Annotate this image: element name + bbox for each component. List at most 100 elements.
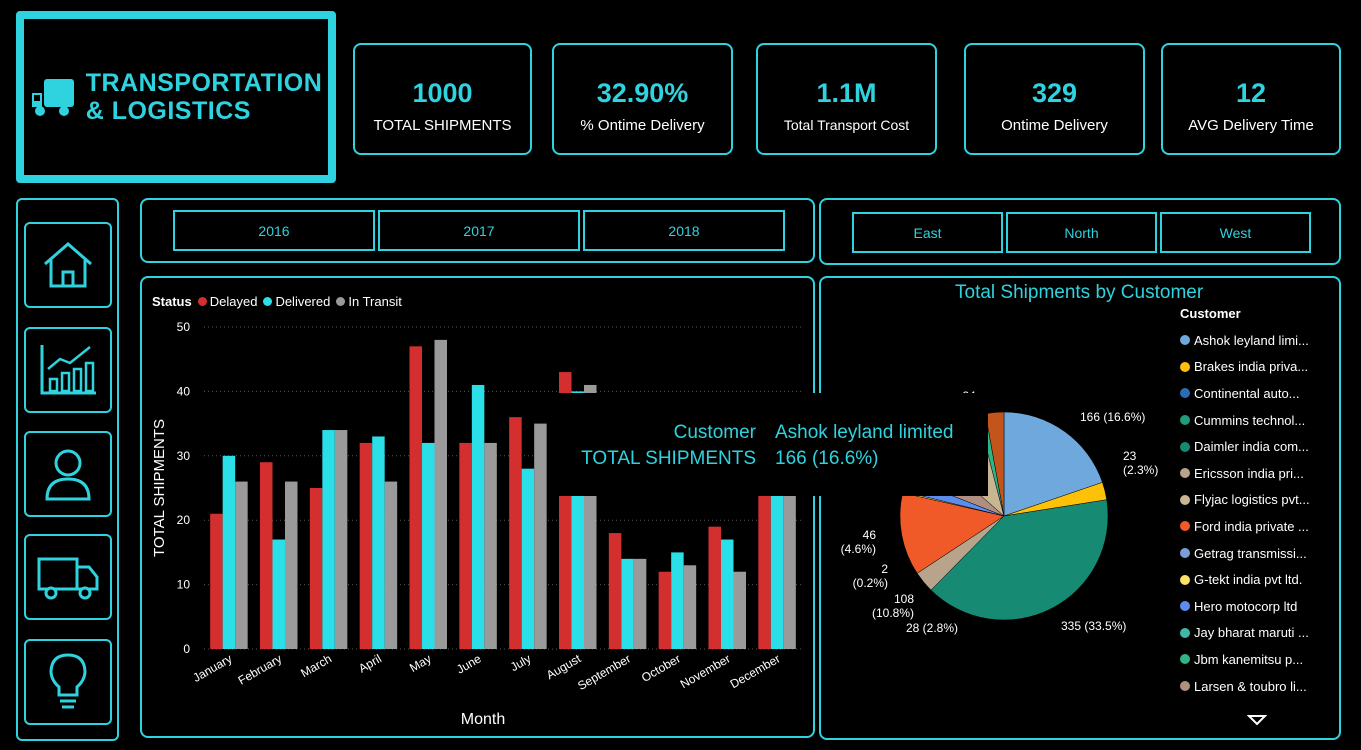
bar-in-transit[interactable] — [235, 481, 248, 649]
bar-delayed[interactable] — [359, 442, 373, 649]
kpi-value: 32.90% — [596, 78, 689, 108]
customer-legend-item[interactable]: Daimler india com... — [1180, 433, 1330, 460]
kpi-label: Ontime Delivery — [1001, 117, 1108, 134]
customer-legend-item[interactable]: Getrag transmissi... — [1180, 540, 1330, 567]
bar-in-transit[interactable] — [285, 481, 298, 649]
bar-delayed[interactable] — [509, 417, 522, 649]
x-tick-label: February — [236, 651, 285, 687]
kpi-value: 1.1M — [816, 78, 877, 108]
bar-delayed[interactable] — [608, 533, 622, 649]
bar-delivered[interactable] — [322, 430, 335, 649]
customer-legend-item[interactable]: G-tekt india pvt ltd. — [1180, 566, 1330, 593]
legend-label: Delayed — [209, 294, 258, 309]
user-icon — [45, 449, 91, 501]
lightbulb-icon — [49, 653, 87, 709]
truck-logo-icon — [31, 79, 74, 116]
bar-delayed[interactable] — [708, 526, 722, 649]
x-tick-label: June — [454, 651, 484, 676]
truck-icon — [37, 557, 99, 600]
x-axis-title: Month — [461, 711, 505, 728]
bar-in-transit[interactable] — [783, 494, 796, 649]
customer-legend-label: Cummins technol... — [1194, 412, 1306, 428]
bar-in-transit[interactable] — [683, 565, 697, 649]
bar-delivered[interactable] — [471, 384, 485, 649]
legend-dot — [197, 297, 207, 306]
bar-delivered[interactable] — [372, 436, 385, 649]
customer-legend-label: Hero motocorp ltd — [1194, 598, 1298, 614]
nav-delivery-button[interactable] — [24, 534, 112, 620]
customer-legend-label: Ashok leyland limi... — [1194, 332, 1309, 348]
nav-analytics-button[interactable] — [24, 327, 112, 413]
nav-insights-button[interactable] — [24, 639, 112, 725]
bar-in-transit[interactable] — [334, 430, 348, 649]
y-tick-label: 10 — [177, 578, 191, 592]
pie-data-label: (2.3%) — [1123, 463, 1158, 477]
bar-delivered[interactable] — [272, 539, 286, 649]
bar-delayed[interactable] — [758, 494, 771, 649]
bar-delivered[interactable] — [422, 442, 435, 649]
bar-chart: 0 10 20 30 40 50 January February March April May J… — [151, 320, 802, 728]
customer-legend-item[interactable]: Larsen & toubro li... — [1180, 673, 1330, 700]
legend-dot — [1180, 361, 1190, 372]
customer-legend-item[interactable]: Continental auto... — [1180, 380, 1330, 407]
bar-in-transit[interactable] — [733, 571, 747, 649]
bar-delayed[interactable] — [459, 442, 472, 649]
pie-data-label: (0.2%) — [853, 576, 888, 590]
customer-legend-item[interactable]: Ashok leyland limi... — [1180, 327, 1330, 354]
year-2016-button[interactable]: 2016 — [173, 210, 375, 251]
customer-legend-label: Ericsson india pri... — [1194, 465, 1304, 481]
legend-dot — [1180, 654, 1190, 665]
chart-tooltip: Customer Ashok leyland limited TOTAL SHI… — [548, 393, 988, 496]
customer-legend-item[interactable]: Ericsson india pri... — [1180, 460, 1330, 487]
bar-delayed[interactable] — [210, 513, 223, 649]
tooltip-key-shipments: TOTAL SHIPMENTS — [581, 448, 756, 469]
customer-legend-item[interactable]: Flyjac logistics pvt... — [1180, 487, 1330, 514]
pie-chart: 166 (16.6%) 23(2.3%) 335 (33.5%) 28 (2.8%) 1… — [841, 389, 1159, 635]
bar-delivered[interactable] — [671, 552, 684, 649]
legend-item-in-transit[interactable]: In Transit — [336, 294, 402, 309]
legend-dot — [1180, 468, 1190, 479]
nav-home-button[interactable] — [24, 222, 112, 308]
customer-legend-item[interactable]: Cummins technol... — [1180, 407, 1330, 434]
y-tick-label: 50 — [177, 320, 191, 334]
nav-users-button[interactable] — [24, 431, 112, 517]
legend-dot — [263, 297, 273, 306]
bar-delayed[interactable] — [658, 571, 672, 649]
bar-delivered[interactable] — [621, 558, 634, 649]
x-tick-label: November — [678, 651, 733, 691]
x-tick-label: May — [407, 651, 434, 674]
bar-delayed[interactable] — [309, 488, 323, 649]
year-2017-button[interactable]: 2017 — [378, 210, 580, 251]
x-tick-label: July — [508, 651, 533, 674]
legend-item-delayed[interactable]: Delayed — [197, 294, 258, 309]
customer-legend-item[interactable]: Brakes india priva... — [1180, 354, 1330, 381]
bar-delivered[interactable] — [721, 539, 734, 649]
bar-in-transit[interactable] — [534, 423, 547, 649]
customer-legend-item[interactable]: Ford india private ... — [1180, 513, 1330, 540]
year-2018-button[interactable]: 2018 — [583, 210, 785, 251]
bar-in-transit[interactable] — [384, 481, 398, 649]
customer-legend-item[interactable]: Jbm kanemitsu p... — [1180, 646, 1330, 673]
bar-in-transit[interactable] — [484, 442, 497, 649]
customer-legend-item[interactable]: Hero motocorp ltd — [1180, 593, 1330, 620]
bar-in-transit[interactable] — [633, 558, 647, 649]
region-north-button[interactable]: North — [1006, 212, 1157, 253]
bar-delivered[interactable] — [521, 468, 535, 649]
region-east-button[interactable]: East — [852, 212, 1003, 253]
bar-delivered[interactable] — [770, 494, 784, 649]
y-tick-label: 30 — [177, 449, 191, 463]
legend-scroll-down-icon[interactable] — [1247, 714, 1267, 726]
logo-line-2: & LOGISTICS — [85, 97, 251, 125]
bar-delayed[interactable] — [260, 462, 273, 649]
bar-delayed[interactable] — [409, 346, 423, 649]
customer-legend-label: Daimler india com... — [1194, 439, 1309, 455]
bar-in-transit[interactable] — [434, 339, 448, 649]
customer-legend-item[interactable]: Jay bharat maruti ... — [1180, 620, 1330, 647]
kpi-label: AVG Delivery Time — [1188, 117, 1314, 134]
pie-data-label: 335 (33.5%) — [1061, 619, 1126, 633]
legend-item-delivered[interactable]: Delivered — [263, 294, 330, 309]
region-west-button[interactable]: West — [1160, 212, 1311, 253]
x-tick-label: August — [544, 651, 584, 682]
bar-delivered[interactable] — [222, 455, 236, 649]
y-tick-label: 40 — [177, 384, 191, 398]
